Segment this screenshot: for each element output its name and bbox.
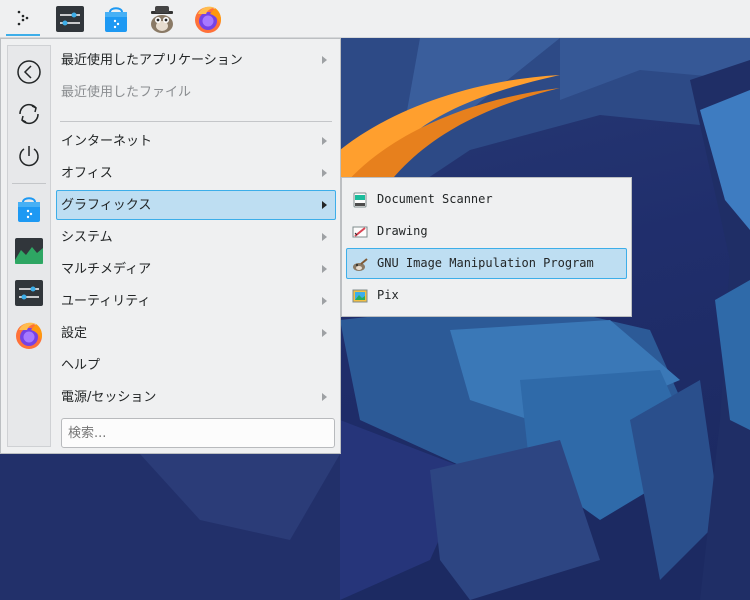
favorite-system-settings[interactable]	[11, 275, 47, 311]
menu-item-multimedia[interactable]: マルチメディア	[56, 254, 336, 284]
drawing-icon	[352, 226, 368, 238]
menu-item-label: ユーティリティ	[61, 294, 151, 309]
system-settings-icon	[15, 280, 43, 306]
submenu-item-label: Document Scanner	[377, 192, 493, 206]
search-input[interactable]	[61, 418, 335, 448]
menu-item-label: グラフィックス	[61, 198, 152, 213]
discover-store-icon	[105, 7, 127, 32]
submenu-arrow-icon	[322, 393, 327, 401]
submenu-item-document-scanner[interactable]: Document Scanner	[346, 184, 627, 215]
submenu-item-pix[interactable]: Pix	[346, 280, 627, 311]
back-button[interactable]	[11, 54, 47, 90]
submenu-item-label: GNU Image Manipulation Program	[377, 256, 594, 270]
discover-launcher[interactable]	[99, 2, 133, 36]
menu-item-graphics[interactable]: グラフィックス	[56, 190, 336, 220]
submenu-arrow-icon	[322, 265, 327, 273]
submenu-arrow-icon	[322, 201, 327, 209]
menu-item-settings[interactable]: 設定	[56, 318, 336, 348]
refresh-icon	[19, 103, 39, 125]
scanner-icon	[353, 192, 367, 208]
menu-item-label: システム	[61, 230, 113, 245]
submenu-arrow-icon	[322, 169, 327, 177]
power-button[interactable]	[11, 138, 47, 174]
menu-item-label: 設定	[61, 326, 88, 341]
menu-item-label: オフィス	[61, 166, 113, 181]
favorite-discover[interactable]	[11, 191, 47, 227]
menu-item-internet[interactable]: インターネット	[56, 126, 336, 156]
menu-item-label: ヘルプ	[61, 358, 101, 373]
firefox-launcher[interactable]	[191, 2, 225, 36]
menu-item-label: 最近使用したファイル	[61, 85, 192, 100]
menu-item-system[interactable]: システム	[56, 222, 336, 252]
submenu-item-label: Pix	[377, 288, 399, 302]
menu-item-label: マルチメディア	[61, 262, 152, 277]
gimp-wilber-icon	[151, 6, 173, 33]
menu-item-utilities[interactable]: ユーティリティ	[56, 286, 336, 316]
application-launcher-icon	[17, 10, 29, 26]
favorites-bar	[7, 45, 51, 447]
submenu-item-drawing[interactable]: Drawing	[346, 216, 627, 247]
submenu-arrow-icon	[322, 56, 327, 64]
system-monitor-icon	[15, 238, 43, 264]
menu-separator	[60, 121, 332, 122]
firefox-icon	[16, 322, 42, 349]
firefox-icon	[195, 6, 221, 33]
back-icon	[17, 60, 41, 84]
menu-item-label: インターネット	[61, 134, 153, 149]
discover-store-icon	[18, 197, 40, 222]
menu-item-power-session[interactable]: 電源/セッション	[56, 382, 336, 412]
favorite-firefox[interactable]	[11, 317, 47, 353]
favorites-separator	[12, 183, 46, 184]
menu-item-label: 電源/セッション	[61, 390, 157, 405]
system-settings-launcher[interactable]	[53, 2, 87, 36]
gimp-icon	[353, 258, 368, 271]
top-panel	[0, 0, 750, 38]
application-launcher-button[interactable]	[6, 2, 40, 36]
menu-item-recent-applications[interactable]: 最近使用したアプリケーション	[56, 45, 336, 75]
menu-item-office[interactable]: オフィス	[56, 158, 336, 188]
pix-icon	[352, 289, 368, 303]
submenu-arrow-icon	[322, 329, 327, 337]
gimp-launcher[interactable]	[145, 2, 179, 36]
system-settings-icon	[56, 6, 84, 32]
submenu-item-gimp[interactable]: GNU Image Manipulation Program	[346, 248, 627, 279]
submenu-item-label: Drawing	[377, 224, 428, 238]
submenu-arrow-icon	[322, 137, 327, 145]
menu-item-recent-files: 最近使用したファイル	[56, 77, 336, 107]
submenu-arrow-icon	[322, 297, 327, 305]
submenu-arrow-icon	[322, 233, 327, 241]
power-icon	[19, 146, 39, 167]
favorite-system-monitor[interactable]	[11, 233, 47, 269]
menu-item-label: 最近使用したアプリケーション	[61, 53, 243, 68]
menu-item-help[interactable]: ヘルプ	[56, 350, 336, 380]
graphics-submenu: Document Scanner Drawing GNU Image Manip…	[341, 177, 632, 317]
refresh-button[interactable]	[11, 96, 47, 132]
application-menu: 最近使用したアプリケーション 最近使用したファイル インターネット オフィス グ…	[0, 38, 341, 454]
